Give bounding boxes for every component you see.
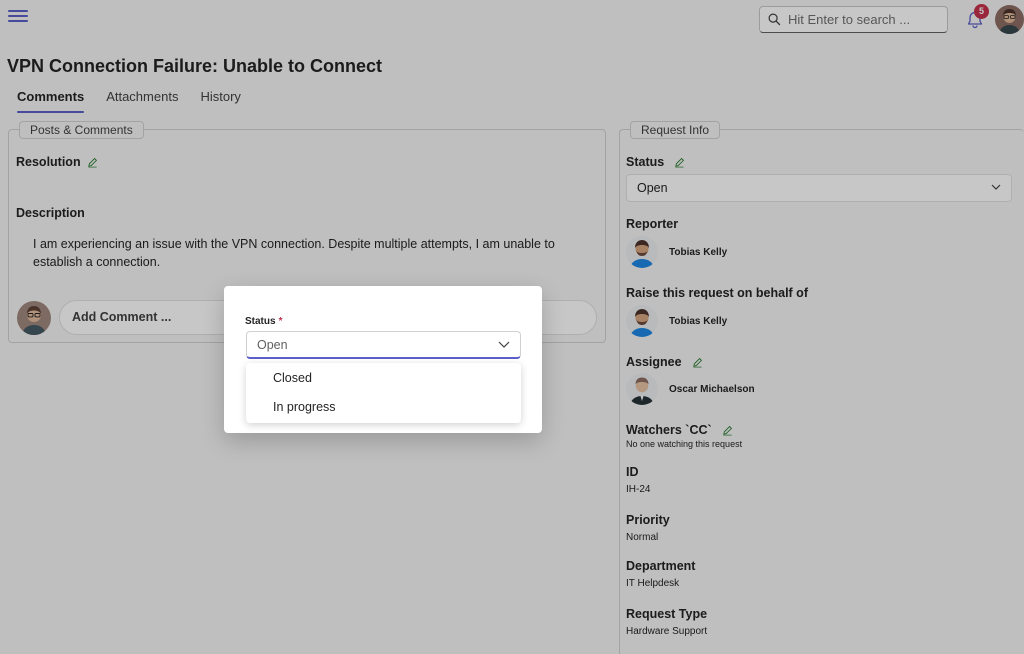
dialog-status-text: Status (245, 316, 276, 327)
chevron-down-icon (498, 341, 510, 348)
dialog-status-select[interactable]: Open (246, 331, 521, 359)
status-dialog: Status * Open Closed In progress (224, 286, 542, 433)
status-dropdown-list: Closed In progress (246, 363, 521, 423)
dialog-selected-value: Open (257, 338, 288, 352)
required-mark: * (278, 316, 283, 327)
dropdown-option-in-progress[interactable]: In progress (246, 393, 521, 422)
dropdown-option-closed[interactable]: Closed (246, 364, 521, 393)
dialog-status-label: Status * (245, 316, 282, 327)
